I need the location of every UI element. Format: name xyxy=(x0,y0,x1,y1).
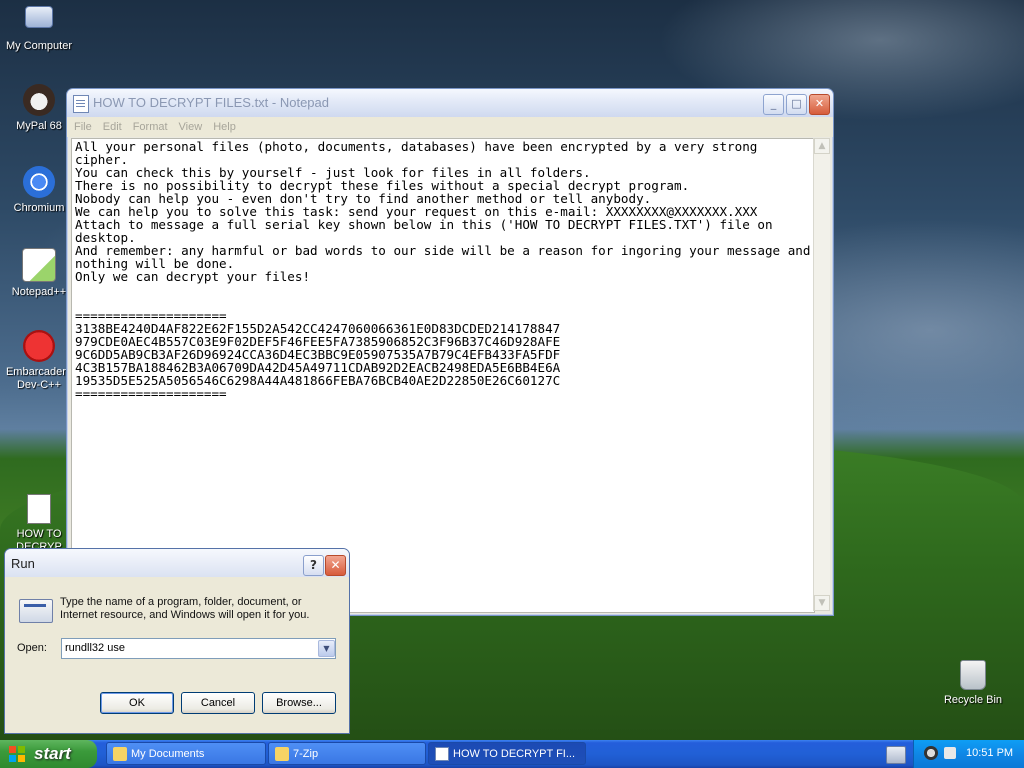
menu-edit[interactable]: Edit xyxy=(96,117,126,133)
run-icon xyxy=(19,599,53,623)
menu-bar: File Edit Format View Help xyxy=(67,117,833,137)
clock[interactable]: 10:51 PM xyxy=(966,747,1013,759)
windows-logo-icon xyxy=(9,746,25,762)
scroll-up-button[interactable]: ▲ xyxy=(814,138,830,154)
dialog-title: Run xyxy=(11,556,35,571)
taskbar-item-my-documents[interactable]: My Documents xyxy=(106,742,266,765)
folder-icon xyxy=(275,747,289,761)
desktop-icon-label: My Computer xyxy=(5,40,73,52)
taskbar-item-7zip[interactable]: 7-Zip xyxy=(268,742,426,765)
window-title: HOW TO DECRYPT FILES.txt - Notepad xyxy=(93,95,329,110)
scroll-down-button[interactable]: ▼ xyxy=(814,595,830,611)
desktop-icon-my-computer[interactable]: My Computer xyxy=(0,4,78,53)
ransom-note-text[interactable]: All your personal files (photo, document… xyxy=(75,140,811,608)
maximize-button[interactable]: □ xyxy=(786,94,807,115)
chromium-icon xyxy=(23,166,55,198)
close-button[interactable]: ✕ xyxy=(325,555,346,576)
taskbar-item-notepad[interactable]: HOW TO DECRYPT FI... xyxy=(428,742,586,765)
run-titlebar[interactable]: Run ? ✕ xyxy=(5,549,349,577)
help-button[interactable]: ? xyxy=(303,555,324,576)
notepad-titlebar[interactable]: HOW TO DECRYPT FILES.txt - Notepad _ □ ✕ xyxy=(67,89,833,117)
taskbar-item-label: 7-Zip xyxy=(293,748,319,760)
open-combobox[interactable]: ▼ xyxy=(61,638,336,659)
menu-file[interactable]: File xyxy=(67,117,96,133)
ok-button[interactable]: OK xyxy=(100,692,174,714)
notepad-icon xyxy=(435,747,449,761)
notepadpp-icon xyxy=(22,248,56,282)
keyboard-icon[interactable] xyxy=(886,746,906,764)
run-dialog[interactable]: Run ? ✕ Type the name of a program, fold… xyxy=(4,548,350,734)
text-editor[interactable]: All your personal files (photo, document… xyxy=(71,138,815,613)
volume-icon[interactable] xyxy=(944,747,956,759)
desktop-icon-recycle-bin[interactable]: Recycle Bin xyxy=(934,660,1012,707)
open-label: Open: xyxy=(17,642,47,654)
notepad-icon xyxy=(73,95,89,113)
minimize-button[interactable]: _ xyxy=(763,94,784,115)
recycle-bin-icon xyxy=(960,660,986,690)
text-file-icon xyxy=(27,494,51,524)
notepad-window[interactable]: HOW TO DECRYPT FILES.txt - Notepad _ □ ✕… xyxy=(66,88,834,616)
browse-button[interactable]: Browse... xyxy=(262,692,336,714)
vertical-scrollbar[interactable]: ▲ ▼ xyxy=(813,138,830,611)
menu-view[interactable]: View xyxy=(172,117,207,133)
open-input[interactable] xyxy=(65,640,315,656)
start-button[interactable]: start xyxy=(0,740,97,768)
menu-help[interactable]: Help xyxy=(206,117,240,133)
desktop-icon-label: Recycle Bin xyxy=(943,694,1003,706)
devcpp-icon xyxy=(23,330,55,362)
taskbar: start My Documents 7-Zip HOW TO DECRYPT … xyxy=(0,740,1024,768)
close-button[interactable]: ✕ xyxy=(809,94,830,115)
menu-format[interactable]: Format xyxy=(126,117,172,133)
start-label: start xyxy=(34,744,71,763)
folder-icon xyxy=(113,747,127,761)
taskbar-item-label: HOW TO DECRYPT FI... xyxy=(453,748,576,760)
chevron-down-icon[interactable]: ▼ xyxy=(318,640,335,657)
mypal-browser-icon xyxy=(23,84,55,116)
my-computer-icon xyxy=(25,6,53,28)
run-description: Type the name of a program, folder, docu… xyxy=(60,596,310,621)
system-tray: 10:51 PM xyxy=(913,740,1024,768)
taskbar-item-label: My Documents xyxy=(131,748,205,760)
network-icon[interactable] xyxy=(924,746,938,760)
cancel-button[interactable]: Cancel xyxy=(181,692,255,714)
